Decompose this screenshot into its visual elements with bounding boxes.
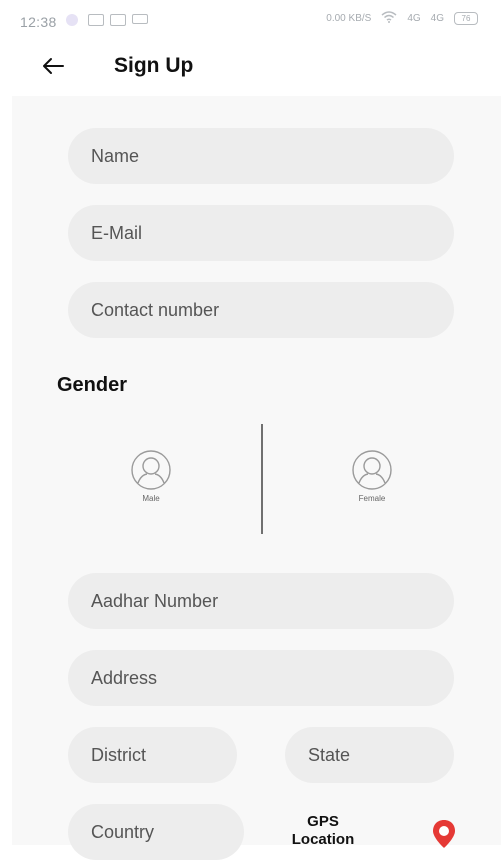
aadhar-number-field[interactable] xyxy=(68,573,454,629)
page-title: Sign Up xyxy=(114,54,194,77)
person-outline-icon xyxy=(131,450,171,490)
gender-male-option[interactable]: Male xyxy=(111,448,191,518)
laptop-icon xyxy=(132,14,148,24)
network-speed: 0.00 KB/S xyxy=(326,13,372,24)
email-field[interactable] xyxy=(68,205,454,261)
gps-location-button[interactable] xyxy=(430,818,458,850)
gender-female-label: Female xyxy=(358,494,386,503)
name-field[interactable] xyxy=(68,128,454,184)
notification-dot-icon xyxy=(66,14,78,26)
person-outline-icon xyxy=(352,450,392,490)
mail-icon xyxy=(110,14,126,26)
country-field[interactable] xyxy=(68,804,244,860)
gps-location-label: GPS Location xyxy=(291,813,355,848)
arrow-left-icon xyxy=(43,58,64,74)
signal-1: 4G xyxy=(407,13,421,24)
status-time: 12:38 xyxy=(20,14,57,30)
gender-female-option[interactable]: Female xyxy=(332,448,412,518)
wifi-icon xyxy=(381,11,397,26)
state-field[interactable] xyxy=(285,727,454,783)
battery-icon: 76 xyxy=(454,12,478,25)
back-button[interactable] xyxy=(37,50,69,82)
status-bar: 12:38 0.00 KB/S 4G 4G 76 xyxy=(12,0,492,38)
gallery-icon xyxy=(88,14,104,26)
app-bar: Sign Up xyxy=(12,38,501,96)
gender-heading: Gender xyxy=(57,374,128,396)
address-field[interactable] xyxy=(68,650,454,706)
location-pin-icon xyxy=(433,820,455,848)
signal-2: 4G xyxy=(430,13,444,24)
contact-number-field[interactable] xyxy=(68,282,454,338)
gender-male-label: Male xyxy=(142,494,160,503)
signup-form[interactable]: Gender Male Female GPS Location xyxy=(12,96,501,860)
district-field[interactable] xyxy=(68,727,237,783)
gender-divider xyxy=(261,424,263,534)
